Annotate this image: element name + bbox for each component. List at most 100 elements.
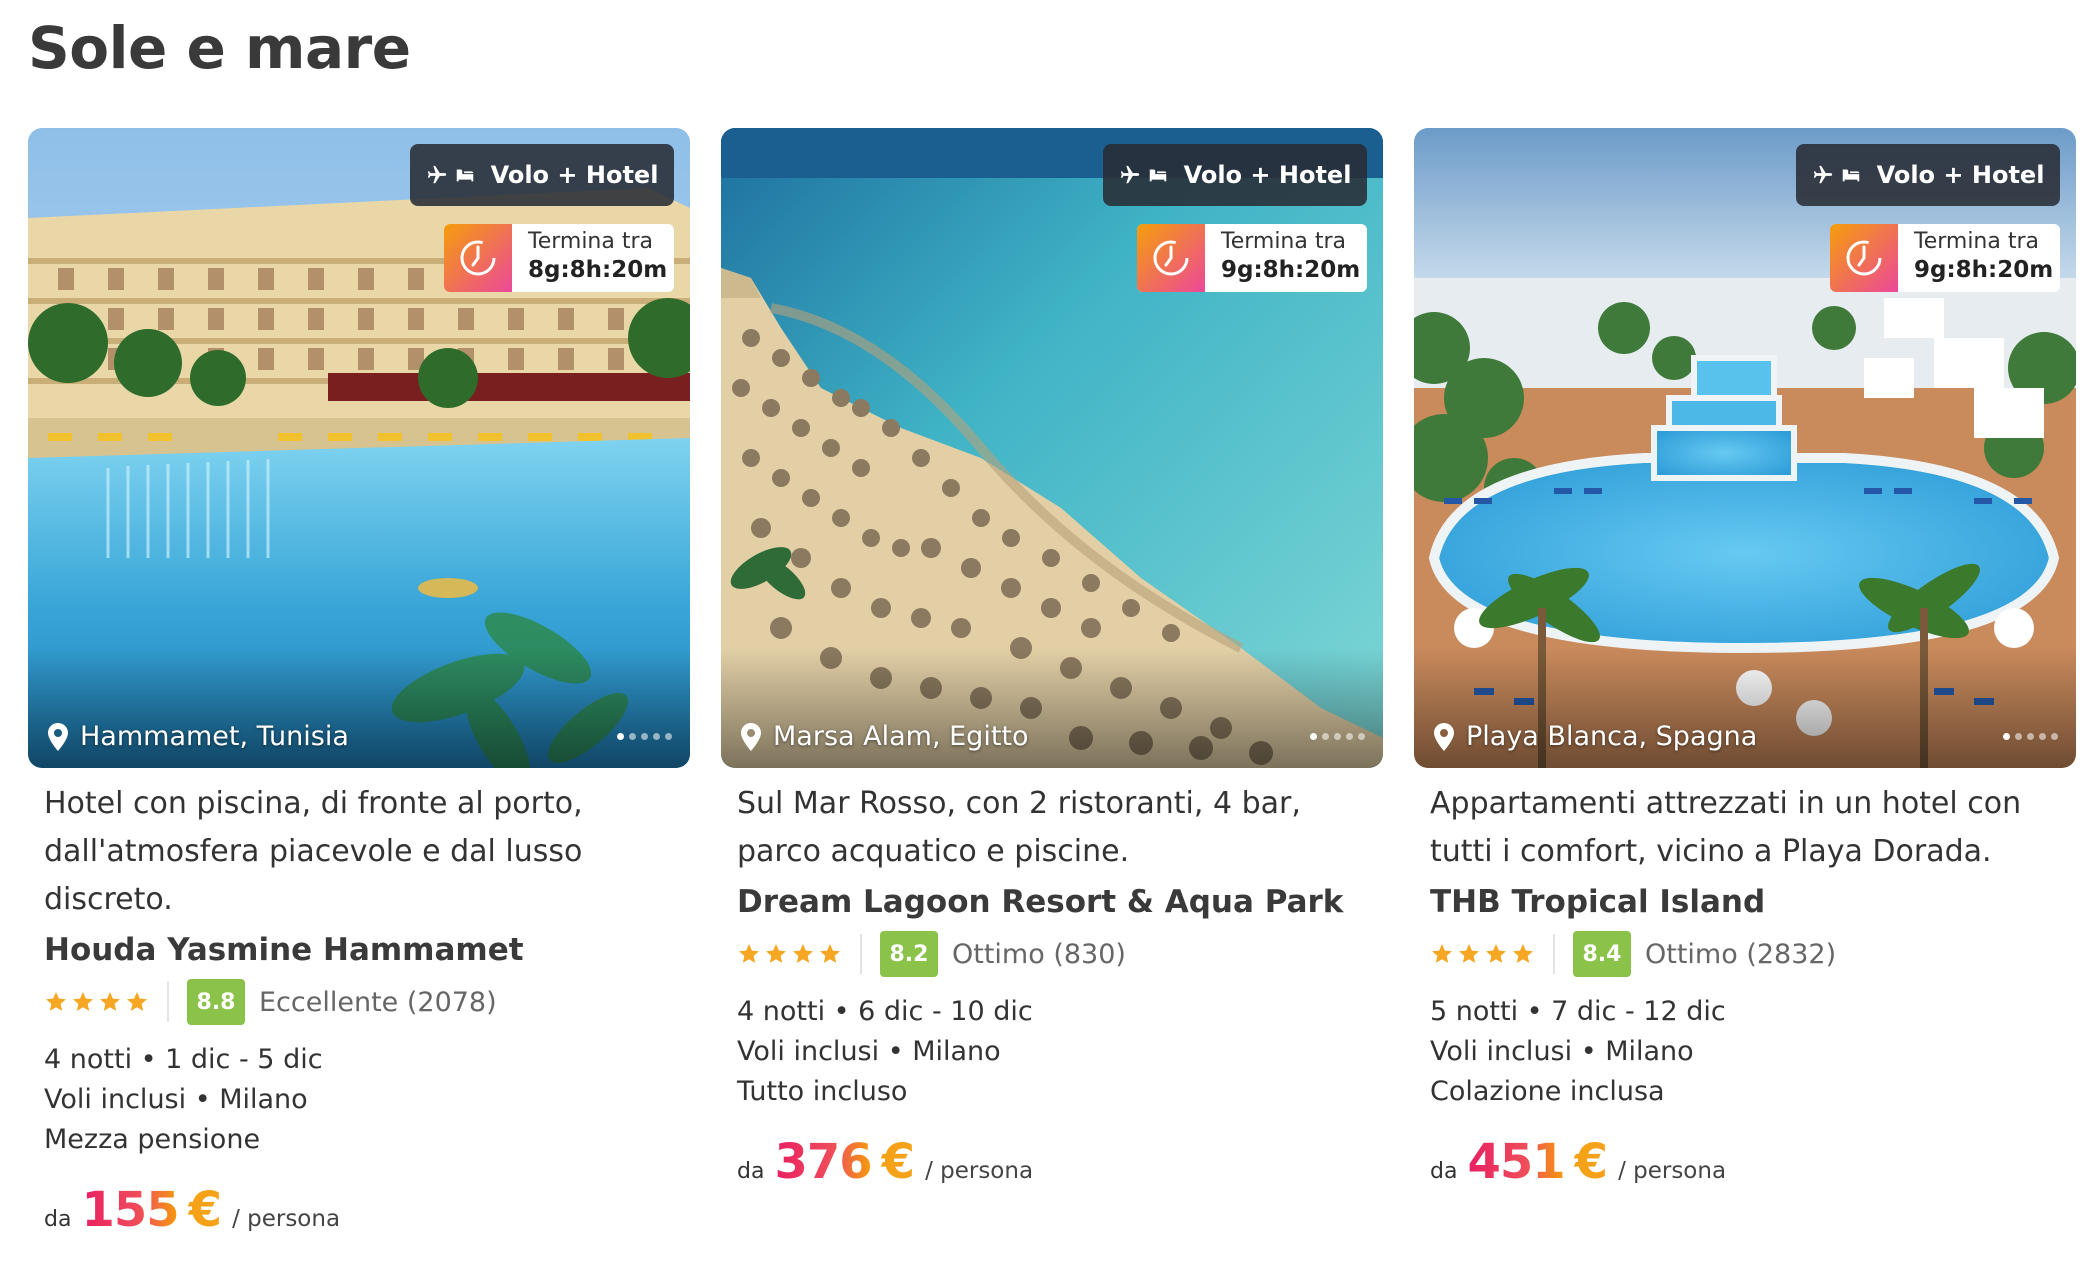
gallery-dots[interactable] (1310, 733, 1365, 740)
type-badge: Volo + Hotel (1103, 144, 1367, 206)
section-title: Sole e mare (28, 14, 411, 82)
nights-dates: 4 notti • 1 dic - 5 dic (44, 1044, 323, 1075)
star-rating (1430, 942, 1535, 966)
timer-label: Termina tra (528, 229, 654, 254)
gallery-dots[interactable] (617, 733, 672, 740)
location-label: Playa Blanca, Spagna (1466, 721, 1758, 752)
timer-value: 9g:8h:20m (1221, 257, 1361, 283)
price-amount: 376 (774, 1134, 872, 1190)
hotel-name[interactable]: Dream Lagoon Resort & Aqua Park (737, 884, 1367, 920)
star-rating (737, 942, 842, 966)
price: da 376 € / persona (737, 1134, 1367, 1190)
card-photo[interactable]: Volo + Hotel Termina tra 9g:8h:20m (1414, 128, 2076, 768)
countdown-timer: Termina tra 9g:8h:20m (1830, 224, 2060, 292)
nights-dates: 5 notti • 7 dic - 12 dic (1430, 996, 1726, 1027)
type-label: Volo + Hotel (1876, 161, 2045, 189)
card-photo[interactable]: Volo + Hotel Termina tra 9g:8h:20m (721, 128, 1383, 768)
price-prefix: da (737, 1159, 765, 1184)
type-label: Volo + Hotel (490, 161, 659, 189)
rating-row: 8.8 Eccellente (2078) (44, 978, 674, 1026)
offer-card[interactable]: Volo + Hotel Termina tra 9g:8h:20m (721, 128, 1383, 1190)
bed-icon (1149, 169, 1166, 182)
bed-icon (1842, 169, 1859, 182)
star-icon (1486, 944, 1506, 963)
trip-details: 4 notti • 1 dic - 5 dic Voli inclusi • M… (44, 1040, 674, 1160)
offer-card[interactable]: Volo + Hotel Termina tra 9g:8h:20m (1414, 128, 2076, 1190)
flights-origin: Voli inclusi • Milano (44, 1084, 308, 1115)
airplane-icon (1813, 165, 1832, 184)
airplane-icon (1120, 165, 1139, 184)
star-icon (1459, 944, 1479, 963)
timer-label: Termina tra (1221, 229, 1347, 254)
star-rating (44, 990, 149, 1014)
timer-value: 8g:8h:20m (528, 257, 668, 283)
timer-icon (1153, 240, 1189, 276)
map-pin-icon (1434, 722, 1454, 751)
offer-card[interactable]: Volo + Hotel Termina tra 8g:8h:20m Hamma… (28, 128, 690, 1238)
location-label: Hammamet, Tunisia (80, 721, 349, 752)
price-amount: 451 (1467, 1134, 1565, 1190)
timer-icon (460, 240, 496, 276)
star-icon (739, 944, 759, 963)
star-icon (1513, 944, 1533, 963)
type-badge: Volo + Hotel (410, 144, 674, 206)
location: Marsa Alam, Egitto (741, 721, 1029, 752)
star-icon (46, 992, 66, 1011)
price-amount: 155 (81, 1182, 179, 1238)
countdown-timer: Termina tra 8g:8h:20m (444, 224, 674, 292)
price: da 451 € / persona (1430, 1134, 2060, 1190)
timer-label: Termina tra (1914, 229, 2040, 254)
star-icon (1432, 944, 1452, 963)
price-suffix: / persona (232, 1206, 341, 1232)
card-photo[interactable]: Volo + Hotel Termina tra 8g:8h:20m Hamma… (28, 128, 690, 768)
map-pin-icon (741, 722, 761, 751)
score-badge: 8.2 (880, 931, 938, 977)
rating-row: 8.4 Ottimo (2832) (1430, 930, 2060, 978)
price-suffix: / persona (925, 1158, 1034, 1184)
score-badge: 8.4 (1573, 931, 1631, 977)
timer-value: 9g:8h:20m (1914, 257, 2054, 283)
rating-row: 8.2 Ottimo (830) (737, 930, 1367, 978)
price-currency: € (1574, 1134, 1609, 1190)
type-label: Volo + Hotel (1183, 161, 1352, 189)
airplane-icon (427, 165, 446, 184)
location-label: Marsa Alam, Egitto (773, 721, 1029, 752)
board-type: Tutto incluso (737, 1076, 908, 1107)
page: Sole e mare Volo + Hotel Termina tra 8g:… (0, 0, 2098, 1276)
price: da 155 € / persona (44, 1182, 674, 1238)
bed-icon (456, 169, 473, 182)
board-type: Mezza pensione (44, 1124, 261, 1155)
star-icon (820, 944, 840, 963)
price-prefix: da (1430, 1159, 1458, 1184)
hotel-description: Hotel con piscina, di fronte al porto, d… (44, 786, 583, 917)
trip-details: 5 notti • 7 dic - 12 dic Voli inclusi • … (1430, 992, 2060, 1112)
trip-details: 4 notti • 6 dic - 10 dic Voli inclusi • … (737, 992, 1367, 1112)
score-text: Eccellente (2078) (259, 986, 497, 1018)
gallery-dots[interactable] (2003, 733, 2058, 740)
star-icon (100, 992, 120, 1011)
price-currency: € (188, 1182, 223, 1238)
location: Playa Blanca, Spagna (1434, 721, 1757, 752)
hotel-description: Appartamenti attrezzati in un hotel con … (1430, 786, 2022, 869)
score-text: Ottimo (2832) (1645, 938, 1837, 970)
score-badge: 8.8 (187, 979, 245, 1025)
star-icon (73, 992, 93, 1011)
nights-dates: 4 notti • 6 dic - 10 dic (737, 996, 1033, 1027)
star-icon (793, 944, 813, 963)
map-pin-icon (48, 722, 68, 751)
star-icon (766, 944, 786, 963)
board-type: Colazione inclusa (1430, 1076, 1665, 1107)
countdown-timer: Termina tra 9g:8h:20m (1137, 224, 1367, 292)
flights-origin: Voli inclusi • Milano (1430, 1036, 1694, 1067)
hotel-description: Sul Mar Rosso, con 2 ristoranti, 4 bar, … (737, 786, 1301, 869)
location: Hammamet, Tunisia (48, 721, 349, 752)
flights-origin: Voli inclusi • Milano (737, 1036, 1001, 1067)
score-text: Ottimo (830) (952, 938, 1126, 970)
hotel-name[interactable]: Houda Yasmine Hammamet (44, 932, 674, 968)
price-prefix: da (44, 1207, 72, 1232)
price-suffix: / persona (1618, 1158, 1727, 1184)
hotel-name[interactable]: THB Tropical Island (1430, 884, 2060, 920)
price-currency: € (881, 1134, 916, 1190)
timer-icon (1846, 240, 1882, 276)
star-icon (127, 992, 147, 1011)
